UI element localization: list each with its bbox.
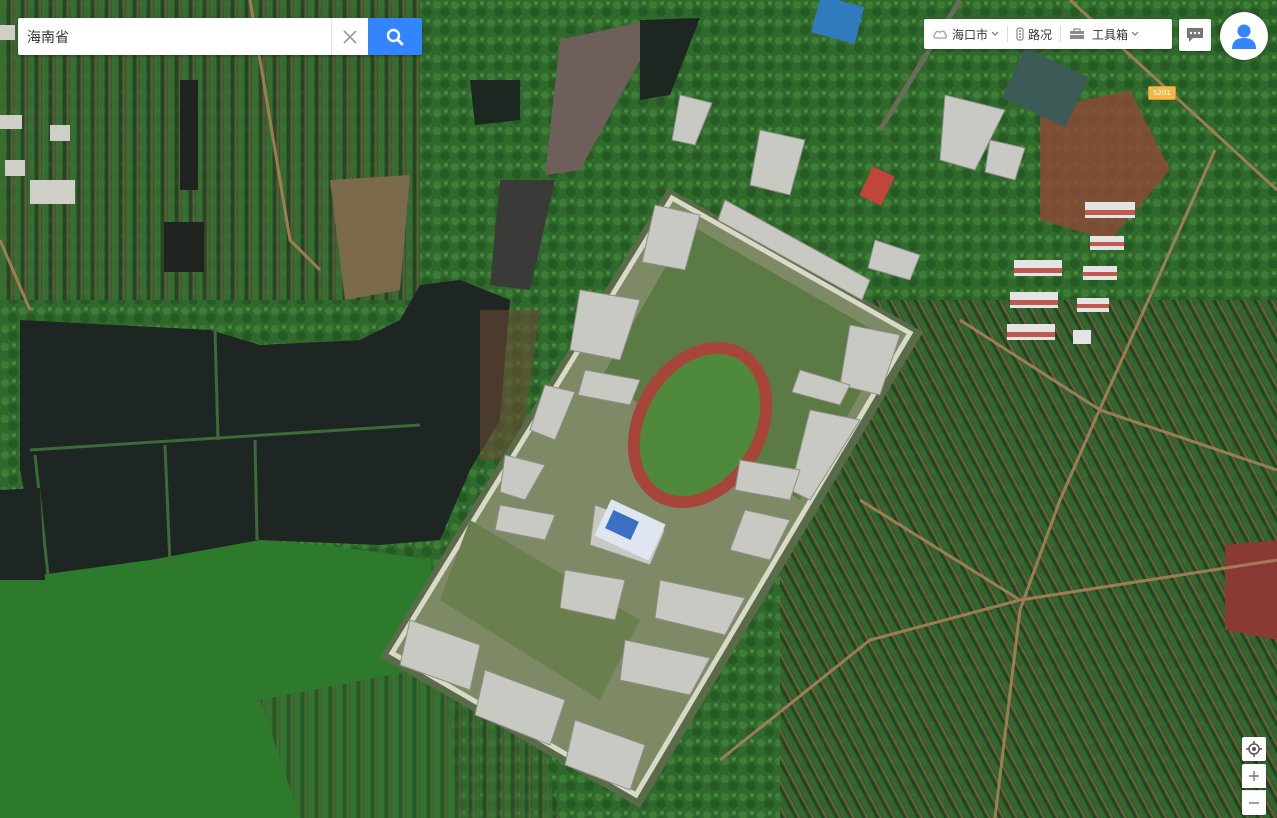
satellite-map[interactable] bbox=[0, 0, 1277, 818]
map-toolbar: 海口市 路况 工具箱 bbox=[924, 19, 1172, 49]
locate-button[interactable] bbox=[1242, 737, 1266, 761]
search-box bbox=[18, 18, 368, 55]
user-icon bbox=[1232, 24, 1256, 49]
search-button[interactable] bbox=[368, 18, 422, 55]
message-icon bbox=[1187, 28, 1203, 42]
chevron-down-icon bbox=[991, 31, 999, 36]
message-button[interactable] bbox=[1179, 19, 1211, 51]
chevron-down-icon bbox=[1131, 31, 1139, 36]
zoom-in-button[interactable] bbox=[1242, 764, 1266, 788]
city-selector[interactable]: 海口市 bbox=[924, 19, 1007, 49]
search-icon bbox=[386, 28, 404, 45]
traffic-button[interactable]: 路况 bbox=[1008, 19, 1060, 49]
close-icon bbox=[343, 29, 357, 44]
city-label: 海口市 bbox=[952, 27, 989, 42]
toolbox-icon bbox=[1070, 28, 1085, 39]
toolbox-button[interactable]: 工具箱 bbox=[1061, 19, 1147, 49]
zoom-out-button[interactable] bbox=[1242, 790, 1266, 815]
search-input[interactable] bbox=[18, 18, 331, 55]
plus-icon bbox=[1249, 771, 1259, 781]
toolbox-label: 工具箱 bbox=[1092, 27, 1129, 42]
traffic-light-icon bbox=[1016, 27, 1024, 41]
search-bar bbox=[18, 18, 422, 55]
clear-button[interactable] bbox=[331, 18, 368, 55]
cloud-icon bbox=[933, 30, 948, 39]
locate-icon bbox=[1246, 741, 1262, 757]
minus-icon bbox=[1249, 802, 1259, 804]
user-avatar[interactable] bbox=[1220, 12, 1268, 60]
road-label: S201 bbox=[1148, 86, 1176, 100]
traffic-label: 路况 bbox=[1028, 27, 1053, 42]
